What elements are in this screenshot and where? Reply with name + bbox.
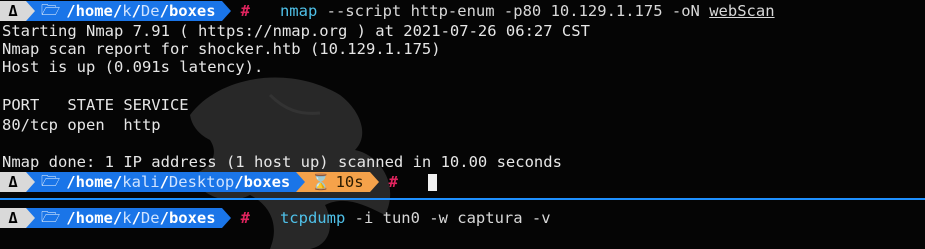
segment-separator xyxy=(221,208,231,228)
hourglass-icon: ⌛ xyxy=(311,173,331,191)
path-mid: De xyxy=(140,2,160,20)
output-line: Host is up (0.091s latency). xyxy=(2,58,264,76)
path-user: k xyxy=(122,2,132,20)
path-prefix: /home/ xyxy=(66,2,123,20)
linux-penguin-icon: Δ xyxy=(0,208,26,228)
command-exe: nmap xyxy=(279,2,318,20)
segment-separator xyxy=(369,172,379,192)
prompt-line-current[interactable]: Δ 🗁/home/kali / Desktop / boxes ⌛ 10s # xyxy=(0,172,437,192)
output-line: PORT STATE SERVICE xyxy=(2,96,189,114)
path-sep: / xyxy=(159,2,169,20)
prompt-line-tcpdump: Δ 🗁/home/k / De / boxes # tcpdump -i tun0 -w… xyxy=(0,208,551,228)
exec-time-segment: ⌛ 10s xyxy=(305,172,370,192)
segment-separator xyxy=(26,208,35,228)
terminal-window[interactable]: Δ 🗁/home/k / De / boxes # nmap --script http… xyxy=(0,0,925,249)
pane-divider[interactable] xyxy=(0,198,925,200)
command-text: tcpdump -i tun0 -w captura -v xyxy=(280,209,551,227)
path-sep: / xyxy=(131,209,141,227)
command-exe: tcpdump xyxy=(279,209,346,227)
folder-icon: 🗁 xyxy=(41,0,61,19)
exec-time: 10s xyxy=(335,173,364,191)
folder-icon: 🗁 xyxy=(41,207,61,226)
text-cursor[interactable] xyxy=(427,173,437,191)
path-sep: / xyxy=(234,173,244,191)
path-prefix: /home/ xyxy=(66,209,123,227)
output-line: Nmap scan report for shocker.htb (10.129… xyxy=(2,40,441,58)
top-pane[interactable]: Δ 🗁/home/k / De / boxes # nmap --script http… xyxy=(0,0,925,196)
prompt-path: 🗁/home/k / De / boxes xyxy=(35,1,222,21)
path-mid: Desktop xyxy=(168,173,235,191)
segment-separator xyxy=(221,1,231,21)
path-sep: / xyxy=(131,2,141,20)
path-current-dir: boxes xyxy=(168,2,216,20)
folder-icon: 🗁 xyxy=(41,171,61,190)
command-text: nmap --script http-enum -p80 10.129.1.17… xyxy=(280,2,775,20)
bottom-pane[interactable]: Δ 🗁/home/k / De / boxes # tcpdump -i tun0 -w… xyxy=(0,201,925,249)
command-args: -i tun0 -w captura -v xyxy=(345,209,551,227)
segment-separator xyxy=(296,172,306,192)
command-output-file: webScan xyxy=(709,2,775,20)
segment-separator xyxy=(26,172,35,192)
path-sep: / xyxy=(159,173,169,191)
command-args: --script http-enum -p80 10.129.1.175 -oN xyxy=(317,2,710,20)
linux-penguin-icon: Δ xyxy=(0,1,26,21)
segment-separator xyxy=(26,1,35,21)
linux-penguin-icon: Δ xyxy=(0,172,26,192)
output-line: Starting Nmap 7.91 ( https://nmap.org ) … xyxy=(2,22,590,40)
path-sep: / xyxy=(159,209,169,227)
path-current-dir: boxes xyxy=(243,173,291,191)
output-line: 80/tcp open http xyxy=(2,116,161,134)
path-mid: De xyxy=(140,209,160,227)
prompt-path: 🗁/home/kali / Desktop / boxes xyxy=(35,172,297,192)
prompt-line-nmap: Δ 🗁/home/k / De / boxes # nmap --script http… xyxy=(0,1,775,21)
root-hash-symbol: # xyxy=(388,173,398,191)
path-prefix: /home/ xyxy=(66,173,123,191)
path-user: kali xyxy=(122,173,160,191)
root-hash-symbol: # xyxy=(240,2,250,20)
path-user: k xyxy=(122,209,132,227)
output-line: Nmap done: 1 IP address (1 host up) scan… xyxy=(2,153,562,171)
prompt-path: 🗁/home/k / De / boxes xyxy=(35,208,222,228)
path-current-dir: boxes xyxy=(168,209,216,227)
root-hash-symbol: # xyxy=(240,209,250,227)
